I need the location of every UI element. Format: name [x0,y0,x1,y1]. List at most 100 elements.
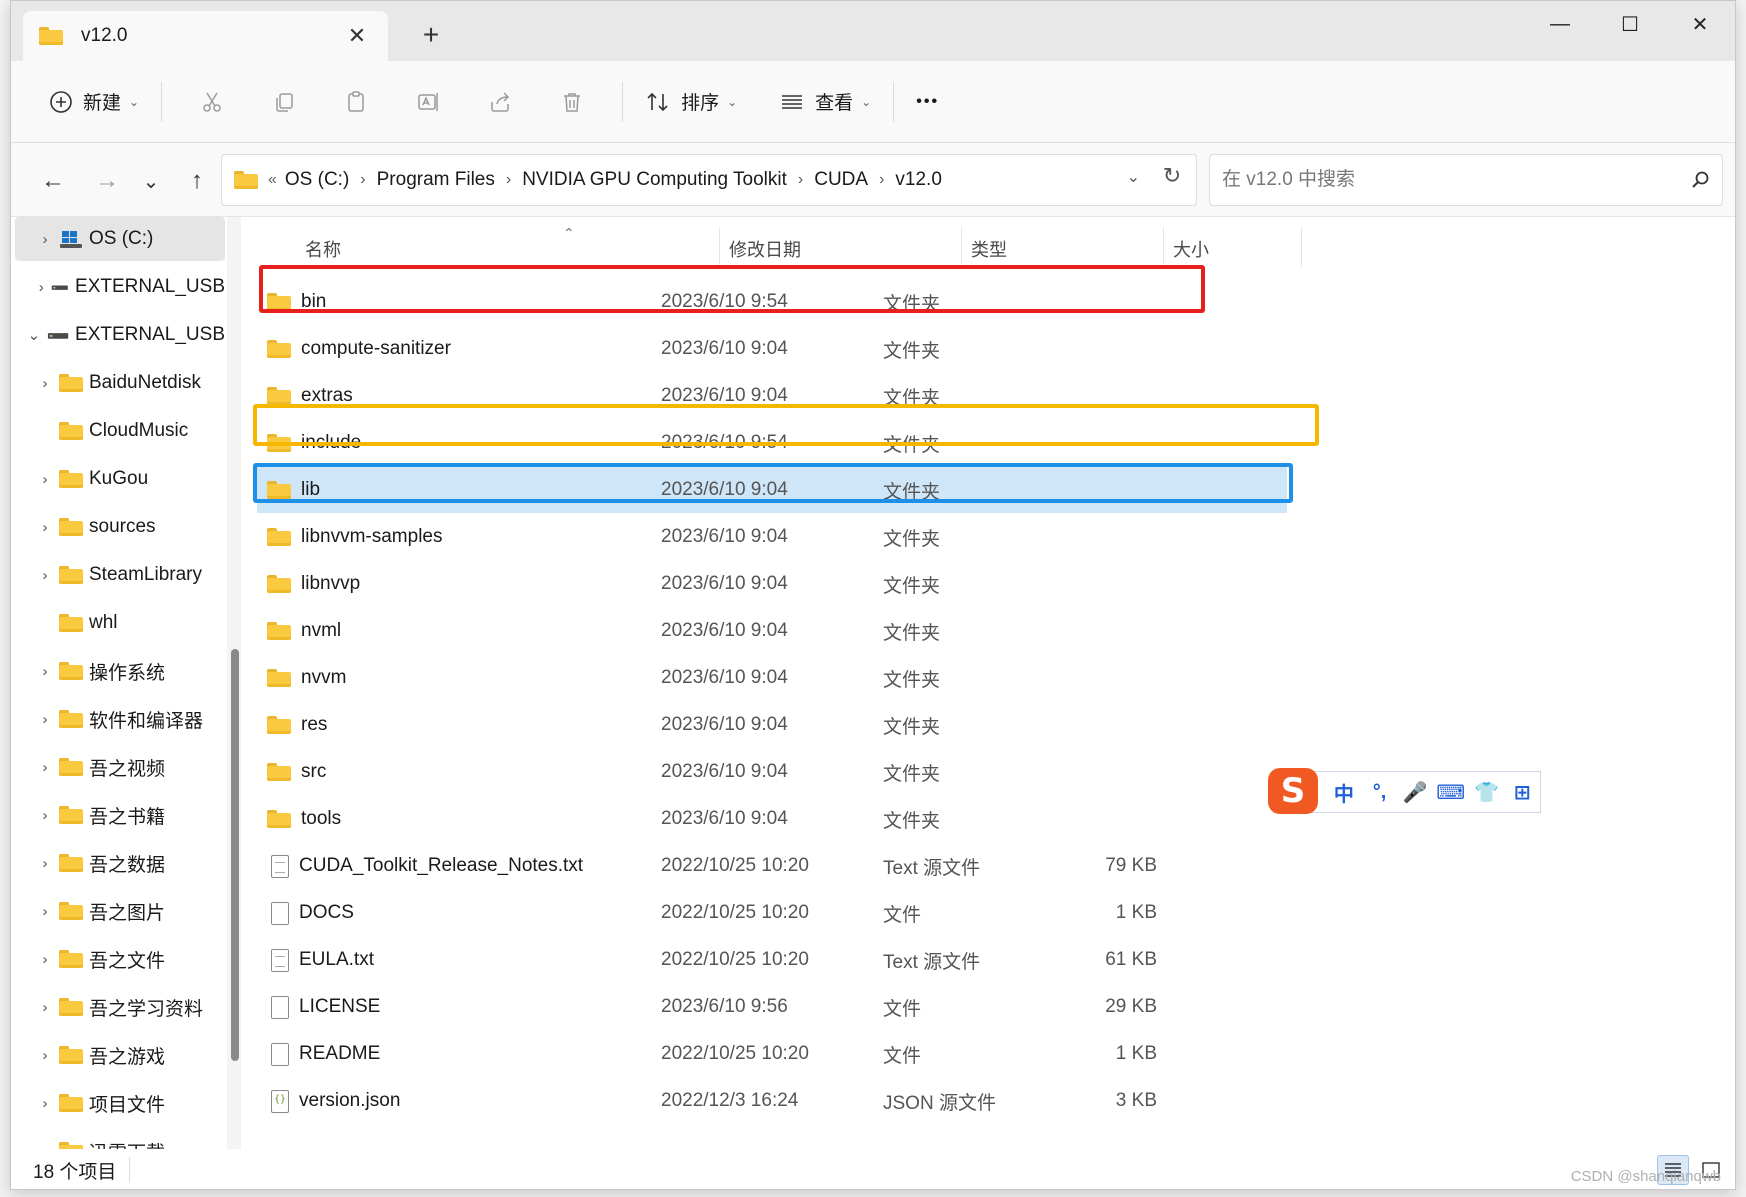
chevron-right-icon[interactable]: › [31,951,59,968]
ime-punctuation[interactable]: °, [1362,781,1398,804]
sidebar-item[interactable]: CloudMusic [15,409,225,453]
rename-button[interactable] [392,79,464,125]
chevron-right-icon[interactable]: › [31,903,59,920]
address-bar[interactable]: « OS (C:) › Program Files › NVIDIA GPU C… [221,154,1197,206]
new-button[interactable]: 新建 ⌄ [41,79,147,125]
chevron-down-icon[interactable]: ⌄ [21,326,47,344]
back-button[interactable]: ← [33,161,73,201]
delete-button[interactable] [536,79,608,125]
chevron-right-icon[interactable]: › [31,855,59,872]
address-dropdown-icon[interactable]: ⌄ [1127,167,1140,187]
column-header-type[interactable]: 类型 [971,229,1151,269]
sidebar-item[interactable]: › EXTERNAL_USB [15,265,225,309]
sogou-logo-icon[interactable]: S [1268,768,1318,814]
breadcrumb-os-c[interactable]: OS (C:) [285,169,349,191]
chevron-right-icon[interactable]: › [31,375,59,392]
file-row[interactable]: libnvvp 2023/6/10 9:04 文件夹 [257,561,1287,607]
search-input[interactable] [1222,169,1690,191]
file-row[interactable]: LICENSE 2023/6/10 9:56 文件 29 KB [257,984,1287,1030]
breadcrumb-separator[interactable]: › [798,171,803,189]
new-tab-button[interactable]: + [411,15,451,55]
sidebar-item[interactable]: › 操作系统 [15,649,225,693]
sidebar-item[interactable]: › 项目文件 [15,1081,225,1125]
chevron-right-icon[interactable]: › [31,1047,59,1064]
file-row[interactable]: CUDA_Toolkit_Release_Notes.txt 2022/10/25… [257,843,1287,889]
sidebar-item[interactable]: › 吾之视频 [15,745,225,789]
sidebar-item[interactable]: whl [15,601,225,645]
file-row[interactable]: nvml 2023/6/10 9:04 文件夹 [257,608,1287,654]
skin-icon[interactable]: 👕 [1469,780,1505,805]
sidebar-item[interactable]: › OS (C:) [15,217,225,261]
file-row[interactable]: libnvvm-samples 2023/6/10 9:04 文件夹 [257,514,1287,560]
toolbox-icon[interactable]: ⊞ [1504,780,1540,805]
file-row[interactable]: version.json 2022/12/3 16:24 JSON 源文件 3 KB [257,1078,1287,1124]
ime-toolbar[interactable]: S 中 °, 🎤 ⌨ 👕 ⊞ [1268,768,1541,814]
sidebar-item[interactable]: › sources [15,505,225,549]
column-header-size[interactable]: 大小 [1173,229,1293,269]
chevron-right-icon[interactable]: › [31,759,59,776]
column-divider[interactable] [1163,227,1164,267]
chevron-right-icon[interactable]: › [31,567,59,584]
overflow-icon[interactable]: « [268,171,277,189]
file-row[interactable]: res 2023/6/10 9:04 文件夹 [257,702,1287,748]
chevron-right-icon[interactable]: › [31,231,59,248]
chevron-right-icon[interactable]: › [31,711,59,728]
breadcrumb-nvidia-toolkit[interactable]: NVIDIA GPU Computing Toolkit [522,169,787,191]
sidebar-item[interactable]: › BaiduNetdisk [15,361,225,405]
up-button[interactable]: ↑ [177,161,217,201]
file-row[interactable]: src 2023/6/10 9:04 文件夹 [257,749,1287,795]
sidebar-item[interactable]: › 吾之学习资料 [15,985,225,1029]
chevron-right-icon[interactable]: › [31,1095,59,1112]
paste-button[interactable] [320,79,392,125]
sidebar-scrollbar[interactable] [227,217,241,1149]
sidebar-item[interactable]: › 吾之图片 [15,889,225,933]
sidebar-item[interactable]: › 吾之文件 [15,937,225,981]
minimize-button[interactable]: — [1525,1,1595,47]
view-button[interactable]: 查看 ⌄ [771,79,879,125]
breadcrumb-separator[interactable]: › [360,171,365,189]
breadcrumb-separator[interactable]: › [506,171,511,189]
maximize-button[interactable]: ☐ [1595,1,1665,47]
close-window-button[interactable]: ✕ [1665,1,1735,47]
search-icon[interactable] [1690,170,1710,190]
recent-locations-button[interactable]: ⌄ [131,161,171,201]
file-row[interactable]: DOCS 2022/10/25 10:20 文件 1 KB [257,890,1287,936]
sidebar-item[interactable]: › 吾之数据 [15,841,225,885]
ime-chinese-mode[interactable]: 中 [1326,778,1362,807]
column-divider[interactable] [961,227,962,267]
tab-v12[interactable]: v12.0 ✕ [23,11,388,61]
search-box[interactable] [1209,154,1723,206]
chevron-right-icon[interactable]: › [31,519,59,536]
keyboard-icon[interactable]: ⌨ [1433,780,1469,805]
copy-button[interactable] [248,79,320,125]
more-options-button[interactable]: ••• [908,79,947,125]
file-row[interactable]: compute-sanitizer 2023/6/10 9:04 文件夹 [257,326,1287,372]
sidebar-item[interactable]: › 吾之书籍 [15,793,225,837]
scrollbar-thumb[interactable] [231,649,239,1061]
sidebar-item[interactable]: › SteamLibrary [15,553,225,597]
file-row[interactable]: nvvm 2023/6/10 9:04 文件夹 [257,655,1287,701]
chevron-right-icon[interactable]: › [31,471,59,488]
chevron-right-icon[interactable]: › [31,279,51,296]
sidebar-item[interactable]: 迅雷下载 [15,1129,225,1149]
file-row[interactable]: lib 2023/6/10 9:04 文件夹 [257,467,1287,513]
sidebar-item[interactable]: › 软件和编译器 [15,697,225,741]
breadcrumb-v12[interactable]: v12.0 [895,169,941,191]
breadcrumb-program-files[interactable]: Program Files [377,169,495,191]
sort-button[interactable]: 排序 ⌄ [637,79,745,125]
sidebar-item[interactable]: › 吾之游戏 [15,1033,225,1077]
breadcrumb-separator[interactable]: › [879,171,884,189]
file-row[interactable]: EULA.txt 2022/10/25 10:20 Text 源文件 61 KB [257,937,1287,983]
file-row[interactable]: README 2022/10/25 10:20 文件 1 KB [257,1031,1287,1077]
chevron-right-icon[interactable]: › [31,663,59,680]
breadcrumb-cuda[interactable]: CUDA [814,169,868,191]
sidebar-item[interactable]: › KuGou [15,457,225,501]
cut-button[interactable] [176,79,248,125]
file-row[interactable]: extras 2023/6/10 9:04 文件夹 [257,373,1287,419]
column-divider[interactable] [719,227,720,267]
sidebar-item[interactable]: ⌄ EXTERNAL_USB [15,313,225,357]
file-row[interactable]: include 2023/6/10 9:54 文件夹 [257,420,1287,466]
share-button[interactable] [464,79,536,125]
chevron-right-icon[interactable]: › [31,807,59,824]
close-tab-icon[interactable]: ✕ [342,23,372,49]
